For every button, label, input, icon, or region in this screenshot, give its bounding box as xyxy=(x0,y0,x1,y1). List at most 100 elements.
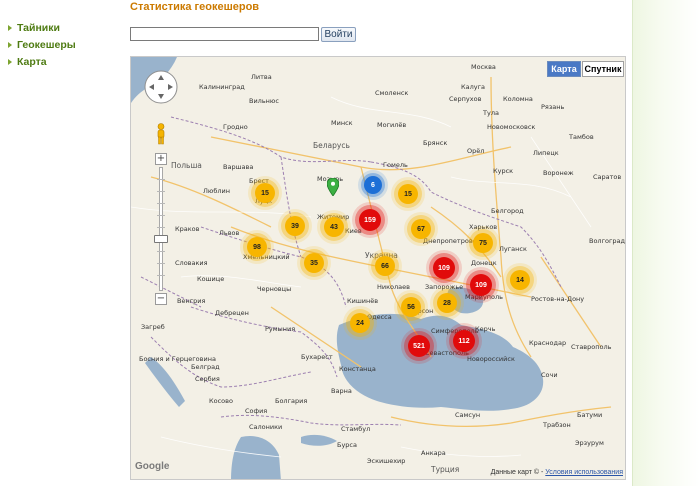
map-label: Люблин xyxy=(203,187,230,195)
map-attribution: Данные карт © - Условия использования xyxy=(490,469,623,476)
sidebar-nav: Тайники Геокешеры Карта xyxy=(8,20,118,71)
cache-cluster-marker[interactable]: 67 xyxy=(411,219,431,239)
map-label: Бурса xyxy=(337,441,357,449)
triangle-bullet-icon xyxy=(8,25,12,31)
map-label: Гродно xyxy=(223,123,248,131)
zoom-tick xyxy=(157,191,165,192)
map-label: Варшава xyxy=(223,163,254,171)
map-label: Болгария xyxy=(275,397,308,405)
map-label: Словакия xyxy=(175,259,208,267)
map-label: Минск xyxy=(331,119,353,127)
map-label: Сочи xyxy=(541,371,558,379)
cache-cluster-marker[interactable]: 39 xyxy=(285,216,305,236)
map-label: Запорожье xyxy=(425,283,464,291)
cache-cluster-marker[interactable]: 35 xyxy=(304,253,324,273)
cache-cluster-marker[interactable]: 24 xyxy=(350,313,370,333)
map-label: Тула xyxy=(483,109,499,117)
cache-cluster-marker[interactable]: 15 xyxy=(255,183,275,203)
cache-cluster-marker[interactable]: 6 xyxy=(364,176,382,194)
map-label-country: Турция xyxy=(431,465,460,474)
cache-cluster-marker[interactable]: 75 xyxy=(473,233,493,253)
map-canvas[interactable]: Москва Литва Калуга Серпухов Коломна Кал… xyxy=(130,56,626,480)
cache-cluster-marker[interactable]: 28 xyxy=(437,293,457,313)
map-label: Кишинёв xyxy=(347,297,379,305)
zoom-in-button[interactable]: + xyxy=(155,153,167,165)
map-label: Саратов xyxy=(593,173,622,181)
street-view-pegman-icon[interactable] xyxy=(155,123,167,145)
zoom-out-button[interactable]: − xyxy=(155,293,167,305)
map-label: Белград xyxy=(191,363,220,371)
map-label: Краков xyxy=(175,225,200,233)
map-label: Брянск xyxy=(423,139,448,147)
map-label: Липецк xyxy=(533,149,559,157)
map-label: Керчь xyxy=(475,325,496,333)
page: Статистика геокешеров Тайники Геокешеры … xyxy=(0,0,700,486)
map-label: Львов xyxy=(219,229,240,237)
terms-of-use-link[interactable]: Условия использования xyxy=(545,469,623,476)
cache-cluster-marker[interactable]: 521 xyxy=(408,335,430,357)
map-label: Рязань xyxy=(541,103,565,111)
nav-item-caches[interactable]: Тайники xyxy=(8,20,118,36)
map-label: Бухарест xyxy=(301,353,333,361)
map-label: Воронеж xyxy=(543,169,574,177)
map-label: Косово xyxy=(209,397,233,405)
zoom-tick xyxy=(157,227,165,228)
cache-cluster-marker[interactable]: 112 xyxy=(453,330,475,352)
map-label: Трабзон xyxy=(543,421,571,429)
nav-item-label: Геокешеры xyxy=(17,39,76,51)
zoom-slider-track[interactable] xyxy=(159,167,163,291)
nav-item-geocachers[interactable]: Геокешеры xyxy=(8,37,118,53)
nav-item-label: Карта xyxy=(17,56,47,68)
map-label: Николаев xyxy=(377,283,410,291)
map-label: Дебрецен xyxy=(215,309,249,317)
cache-cluster-marker[interactable]: 109 xyxy=(470,274,492,296)
triangle-bullet-icon xyxy=(8,59,12,65)
cache-cluster-marker[interactable]: 159 xyxy=(359,209,381,231)
map-data-separator: © xyxy=(531,469,540,476)
map-label: Венгрия xyxy=(177,297,206,305)
cache-cluster-marker[interactable]: 14 xyxy=(510,270,530,290)
map-label: Москва xyxy=(471,63,496,71)
zoom-tick xyxy=(157,251,165,252)
cache-cluster-marker[interactable]: 66 xyxy=(375,256,395,276)
cache-cluster-marker[interactable]: 98 xyxy=(247,237,267,257)
maptype-map-button[interactable]: Карта xyxy=(547,61,581,77)
map-label-country: Беларусь xyxy=(313,141,350,150)
map-label: Коломна xyxy=(503,95,533,103)
right-decor-strip xyxy=(632,0,700,486)
map-label: Ростов-на-Дону xyxy=(531,295,585,303)
map-label: Новороссийск xyxy=(467,355,515,363)
map-label: Батуми xyxy=(577,411,603,419)
map-label: Литва xyxy=(251,73,272,81)
login-button[interactable]: Войти xyxy=(321,27,356,42)
map-label: Могилёв xyxy=(377,121,407,129)
pan-control-icon[interactable] xyxy=(143,69,179,105)
cache-cluster-marker[interactable]: 56 xyxy=(401,297,421,317)
map-label: Новомосковск xyxy=(487,123,536,131)
zoom-slider-handle[interactable] xyxy=(154,235,168,243)
map-label: Констанца xyxy=(339,365,376,373)
map-label: Варна xyxy=(331,387,352,395)
map-label: Одесса xyxy=(367,313,392,321)
map-label: Черновцы xyxy=(257,285,292,293)
map-label: Эрзурум xyxy=(575,439,604,447)
map-label: Курск xyxy=(493,167,514,175)
cache-pin-icon[interactable] xyxy=(327,178,339,196)
search-input[interactable] xyxy=(130,27,319,41)
zoom-tick xyxy=(157,215,165,216)
nav-item-map[interactable]: Карта xyxy=(8,54,118,70)
map-label: Донецк xyxy=(471,259,497,267)
page-title: Статистика геокешеров xyxy=(130,1,260,13)
map-label: Анкара xyxy=(421,449,446,457)
map-label: Ставрополь xyxy=(571,343,612,351)
map-label: Румыния xyxy=(265,325,296,333)
map-label: Киев xyxy=(345,227,362,235)
cache-cluster-marker[interactable]: 43 xyxy=(324,217,344,237)
zoom-tick xyxy=(157,263,165,264)
cache-cluster-marker[interactable]: 109 xyxy=(433,257,455,279)
maptype-satellite-button[interactable]: Спутник xyxy=(582,61,624,77)
cache-cluster-marker[interactable]: 15 xyxy=(398,184,418,204)
map-label: Тамбов xyxy=(569,133,594,141)
nav-item-label: Тайники xyxy=(17,22,60,34)
google-logo: Google xyxy=(135,461,170,472)
